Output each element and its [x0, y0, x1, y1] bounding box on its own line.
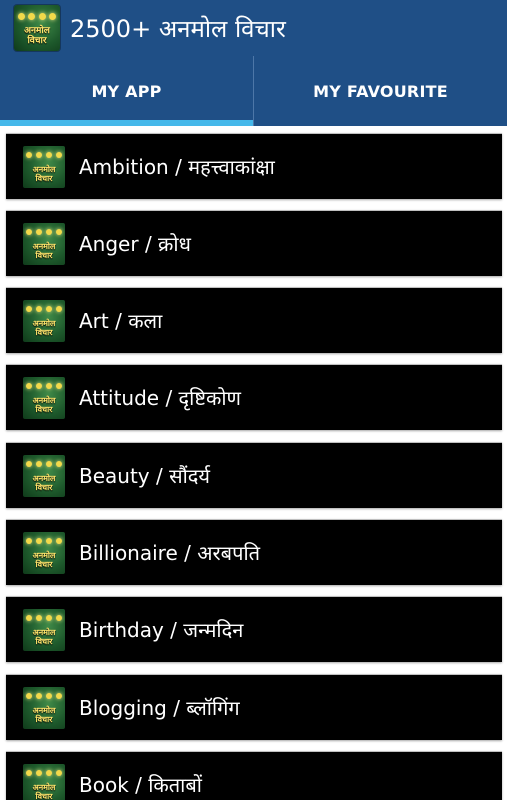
category-thumbnail-icon: अनमोल विचार — [23, 531, 65, 574]
list-item-beauty[interactable]: अनमोल विचार Beauty / सौंदर्य — [6, 442, 502, 508]
list-item-label: Beauty / सौंदर्य — [79, 464, 211, 488]
app-title: 2500+ अनमोल विचार — [70, 14, 286, 43]
category-list[interactable]: अनमोल विचार Ambition / महत्त्वाकांक्षा अन… — [0, 126, 507, 800]
category-thumbnail-icon: अनमोल विचार — [23, 763, 65, 800]
category-thumbnail-icon: अनमोल विचार — [23, 376, 65, 419]
list-item-attitude[interactable]: अनमोल विचार Attitude / दृष्टिकोण — [6, 364, 502, 430]
category-thumbnail-icon: अनमोल विचार — [23, 299, 65, 342]
category-thumbnail-icon: अनमोल विचार — [23, 222, 65, 265]
list-item-label: Book / किताबों — [79, 773, 202, 797]
list-item-anger[interactable]: अनमोल विचार Anger / क्रोध — [6, 210, 502, 276]
list-item-label: Anger / क्रोध — [79, 232, 191, 256]
list-item-ambition[interactable]: अनमोल विचार Ambition / महत्त्वाकांक्षा — [6, 133, 502, 199]
list-item-label: Ambition / महत्त्वाकांक्षा — [79, 155, 275, 179]
category-thumbnail-icon: अनमोल विचार — [23, 145, 65, 188]
list-item-billionaire[interactable]: अनमोल विचार Billionaire / अरबपति — [6, 519, 502, 585]
category-thumbnail-icon: अनमोल विचार — [23, 686, 65, 729]
list-item-label: Billionaire / अरबपति — [79, 541, 261, 565]
list-item-label: Attitude / दृष्टिकोण — [79, 386, 242, 410]
app-logo-icon: अनमोल विचार — [14, 5, 60, 51]
list-item-art[interactable]: अनमोल विचार Art / कला — [6, 287, 502, 353]
category-thumbnail-icon: अनमोल विचार — [23, 608, 65, 651]
logo-text-line1: अनमोल — [24, 26, 50, 36]
tab-my-app-label: MY APP — [91, 81, 162, 101]
list-item-blogging[interactable]: अनमोल विचार Blogging / ब्लॉगिंग — [6, 674, 502, 740]
list-item-label: Birthday / जन्मदिन — [79, 618, 244, 642]
light-bulbs-icon — [18, 8, 56, 24]
tab-my-app[interactable]: MY APP — [0, 56, 253, 126]
tab-bar: MY APP MY FAVOURITE — [0, 56, 507, 126]
list-item-label: Art / कला — [79, 309, 163, 333]
category-thumbnail-icon: अनमोल विचार — [23, 454, 65, 497]
logo-text-line2: विचार — [27, 36, 47, 46]
app-bar: अनमोल विचार 2500+ अनमोल विचार — [0, 0, 507, 56]
list-item-label: Blogging / ब्लॉगिंग — [79, 696, 240, 720]
list-item-book[interactable]: अनमोल विचार Book / किताबों — [6, 751, 502, 800]
tab-my-favourite[interactable]: MY FAVOURITE — [253, 56, 507, 126]
tab-my-favourite-label: MY FAVOURITE — [313, 81, 448, 101]
list-item-birthday[interactable]: अनमोल विचार Birthday / जन्मदिन — [6, 596, 502, 662]
